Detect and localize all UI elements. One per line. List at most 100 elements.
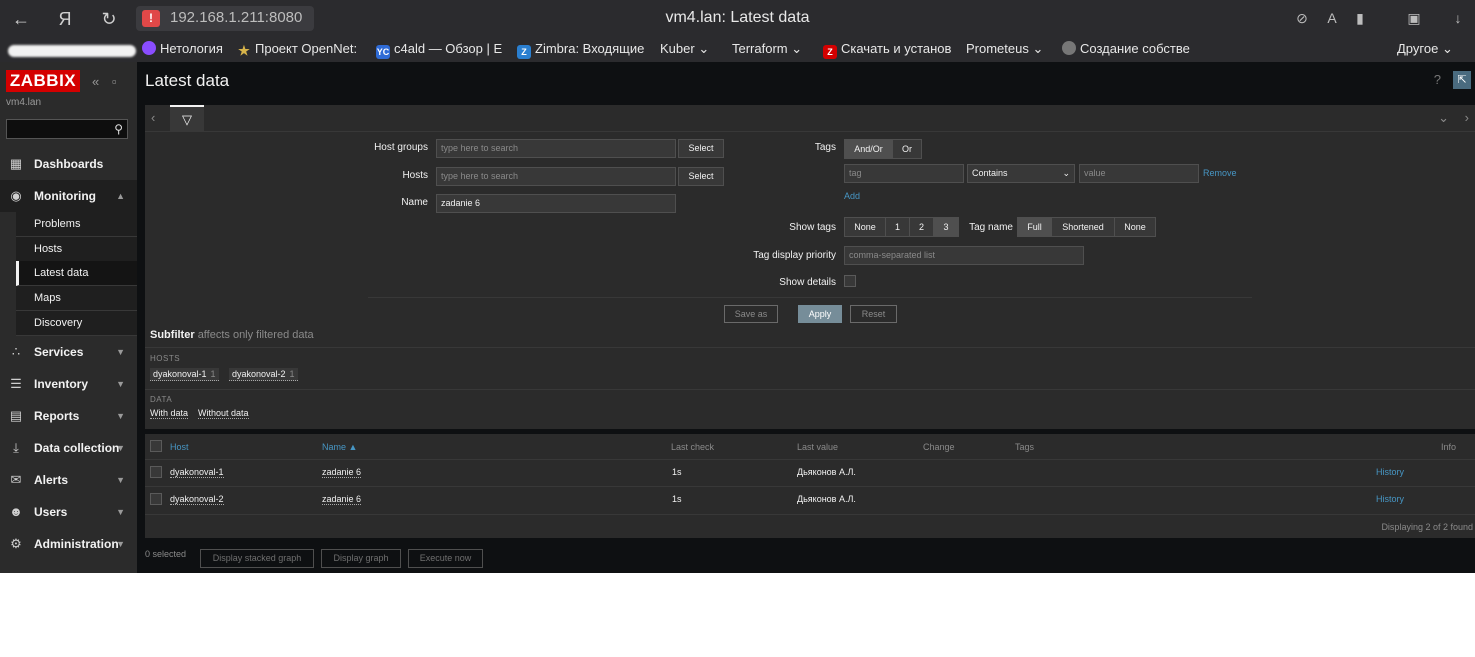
display-stacked-graph-button[interactable]: Display stacked graph xyxy=(200,549,314,568)
host-groups-label: Host groups xyxy=(374,142,428,153)
show-tags-2[interactable]: 2 xyxy=(910,218,934,236)
subfilter-with-data[interactable]: With data xyxy=(150,408,189,419)
submenu-discovery[interactable]: Discovery xyxy=(16,311,137,336)
hosts-input[interactable]: type here to search xyxy=(436,167,676,186)
row-checkbox[interactable] xyxy=(150,493,162,505)
back-icon[interactable]: ← xyxy=(8,6,34,32)
bookmark-item[interactable]: YC c4ald — Обзор | E xyxy=(376,41,502,59)
warning-icon[interactable]: ! xyxy=(142,10,160,27)
name-input[interactable]: zadanie 6 xyxy=(436,194,676,213)
remove-tag-link[interactable]: Remove xyxy=(1203,168,1237,178)
show-tags-label: Show tags xyxy=(789,222,836,233)
menu-administration[interactable]: ⚙ Administration ▼ xyxy=(0,528,137,560)
bookmark-folder[interactable]: Prometeus ⌄ xyxy=(966,41,1043,57)
menu-users[interactable]: ☻ Users ▼ xyxy=(0,496,137,528)
tags-mode-or[interactable]: Or xyxy=(893,140,921,158)
submenu-maps[interactable]: Maps xyxy=(16,286,137,311)
show-tags-none[interactable]: None xyxy=(845,218,886,236)
address-bar[interactable]: ! 192.168.1.211:8080 xyxy=(136,6,314,31)
collections-icon[interactable]: ▣ xyxy=(1404,8,1424,28)
bookmark-folder[interactable]: Terraform ⌄ xyxy=(732,41,802,57)
submenu-latest-data[interactable]: Latest data xyxy=(16,261,137,286)
tags-label: Tags xyxy=(814,142,836,153)
row-name[interactable]: zadanie 6 xyxy=(322,467,362,478)
row-host[interactable]: dyakonoval-1 xyxy=(170,467,224,478)
chevron-down-icon: ⌄ xyxy=(1032,41,1044,56)
show-tags-1[interactable]: 1 xyxy=(886,218,910,236)
zimbra-icon: Z xyxy=(517,45,531,59)
envelope-icon: ✉ xyxy=(10,472,22,487)
menu-data-collection[interactable]: ⤓ Data collection ▼ xyxy=(0,432,137,464)
bookmark-item[interactable]: Нетология xyxy=(142,41,223,56)
zoom-icon[interactable]: ⊘ xyxy=(1292,8,1312,28)
show-tags-3[interactable]: 3 xyxy=(934,218,958,236)
menu-monitoring[interactable]: ◉ Monitoring ▲ xyxy=(0,180,137,212)
tag-input[interactable]: tag xyxy=(844,164,964,183)
display-graph-button[interactable]: Display graph xyxy=(321,549,401,568)
col-name[interactable]: Name ▲ xyxy=(322,442,357,452)
help-icon[interactable]: ? xyxy=(1434,72,1441,87)
reset-button[interactable]: Reset xyxy=(850,305,897,323)
subfilter-host-tag[interactable]: dyakonoval-2 1 xyxy=(229,368,298,381)
menu-services[interactable]: ∴ Services ▼ xyxy=(0,336,137,368)
bookmark-folder-other[interactable]: Другое ⌄ xyxy=(1397,41,1453,57)
tag-name-shortened[interactable]: Shortened xyxy=(1052,218,1115,236)
add-tag-link[interactable]: Add xyxy=(844,191,860,201)
search-icon[interactable]: ⚲ xyxy=(114,122,123,136)
tag-name-none[interactable]: None xyxy=(1115,218,1155,236)
subfilter-host-tag[interactable]: dyakonoval-1 1 xyxy=(150,368,219,381)
report-icon: ▤ xyxy=(9,408,23,423)
row-name[interactable]: zadanie 6 xyxy=(322,494,362,505)
row-host[interactable]: dyakonoval-2 xyxy=(170,494,224,505)
host-groups-input[interactable]: type here to search xyxy=(436,139,676,158)
tag-priority-input[interactable]: comma-separated list xyxy=(844,246,1084,265)
chevron-down-icon: ⌄ xyxy=(1441,41,1453,56)
row-last-check: 1s xyxy=(672,467,682,477)
menu-inventory[interactable]: ☰ Inventory ▼ xyxy=(0,368,137,400)
menu-alerts[interactable]: ✉ Alerts ▼ xyxy=(0,464,137,496)
hosts-select-button[interactable]: Select xyxy=(678,167,724,186)
row-checkbox[interactable] xyxy=(150,466,162,478)
zabbix-logo[interactable]: ZABBIX xyxy=(6,70,80,92)
submenu-hosts[interactable]: Hosts xyxy=(16,237,137,262)
select-all-checkbox[interactable] xyxy=(150,440,162,452)
tag-priority-label: Tag display priority xyxy=(753,250,836,261)
tags-mode-andor[interactable]: And/Or xyxy=(845,140,893,158)
row-history-link[interactable]: History xyxy=(1376,494,1404,504)
filter-tab[interactable]: ▽ xyxy=(170,105,204,131)
zabbix-app: ZABBIX « ▫ vm4.lan ⚲ ▦ Dashboards ◉ Monito… xyxy=(0,62,1475,573)
download-icon[interactable]: ↓ xyxy=(1448,8,1468,28)
bookmark-item[interactable]: Создание собстве xyxy=(1062,41,1190,56)
chevron-left-icon[interactable]: ‹ xyxy=(151,110,155,125)
reload-icon[interactable]: ↻ xyxy=(96,6,122,32)
kiosk-icon[interactable]: ▫ xyxy=(112,74,117,89)
menu-dashboards[interactable]: ▦ Dashboards xyxy=(0,148,137,180)
chevron-right-icon[interactable]: › xyxy=(1465,110,1469,125)
submenu-problems[interactable]: Problems xyxy=(16,212,137,237)
chevron-down-icon[interactable]: ⌄ xyxy=(1438,110,1449,126)
row-history-link[interactable]: History xyxy=(1376,467,1404,477)
bookmark-item[interactable]: ★ Проект OpenNet: xyxy=(237,41,357,58)
fullscreen-icon[interactable]: ⇱ xyxy=(1453,71,1471,89)
collapse-sidebar-icon[interactable]: « xyxy=(92,74,99,89)
translate-icon[interactable]: A xyxy=(1322,8,1342,28)
hosts-label: Hosts xyxy=(402,170,428,181)
save-as-button[interactable]: Save as xyxy=(724,305,778,323)
tag-name-full[interactable]: Full xyxy=(1018,218,1052,236)
chevron-down-icon: ▼ xyxy=(116,475,125,485)
apply-button[interactable]: Apply xyxy=(798,305,842,323)
tag-value-input[interactable]: value xyxy=(1079,164,1199,183)
bookmark-item[interactable]: Z Zimbra: Входящие xyxy=(517,41,644,59)
subfilter-without-data[interactable]: Without data xyxy=(198,408,249,419)
sidebar-search-input[interactable]: ⚲ xyxy=(6,119,128,139)
bookmark-folder[interactable]: Kuber ⌄ xyxy=(660,41,709,57)
show-details-checkbox[interactable] xyxy=(844,275,856,287)
bookmark-icon[interactable]: ▮ xyxy=(1350,8,1370,28)
col-host[interactable]: Host xyxy=(170,442,189,452)
execute-now-button[interactable]: Execute now xyxy=(408,549,483,568)
bookmark-item[interactable]: Z Скачать и установ xyxy=(823,41,951,59)
host-groups-select-button[interactable]: Select xyxy=(678,139,724,158)
menu-reports[interactable]: ▤ Reports ▼ xyxy=(0,400,137,432)
yandex-icon[interactable]: Я xyxy=(52,6,78,32)
tag-operator-select[interactable]: Contains ⌄ xyxy=(967,164,1075,183)
